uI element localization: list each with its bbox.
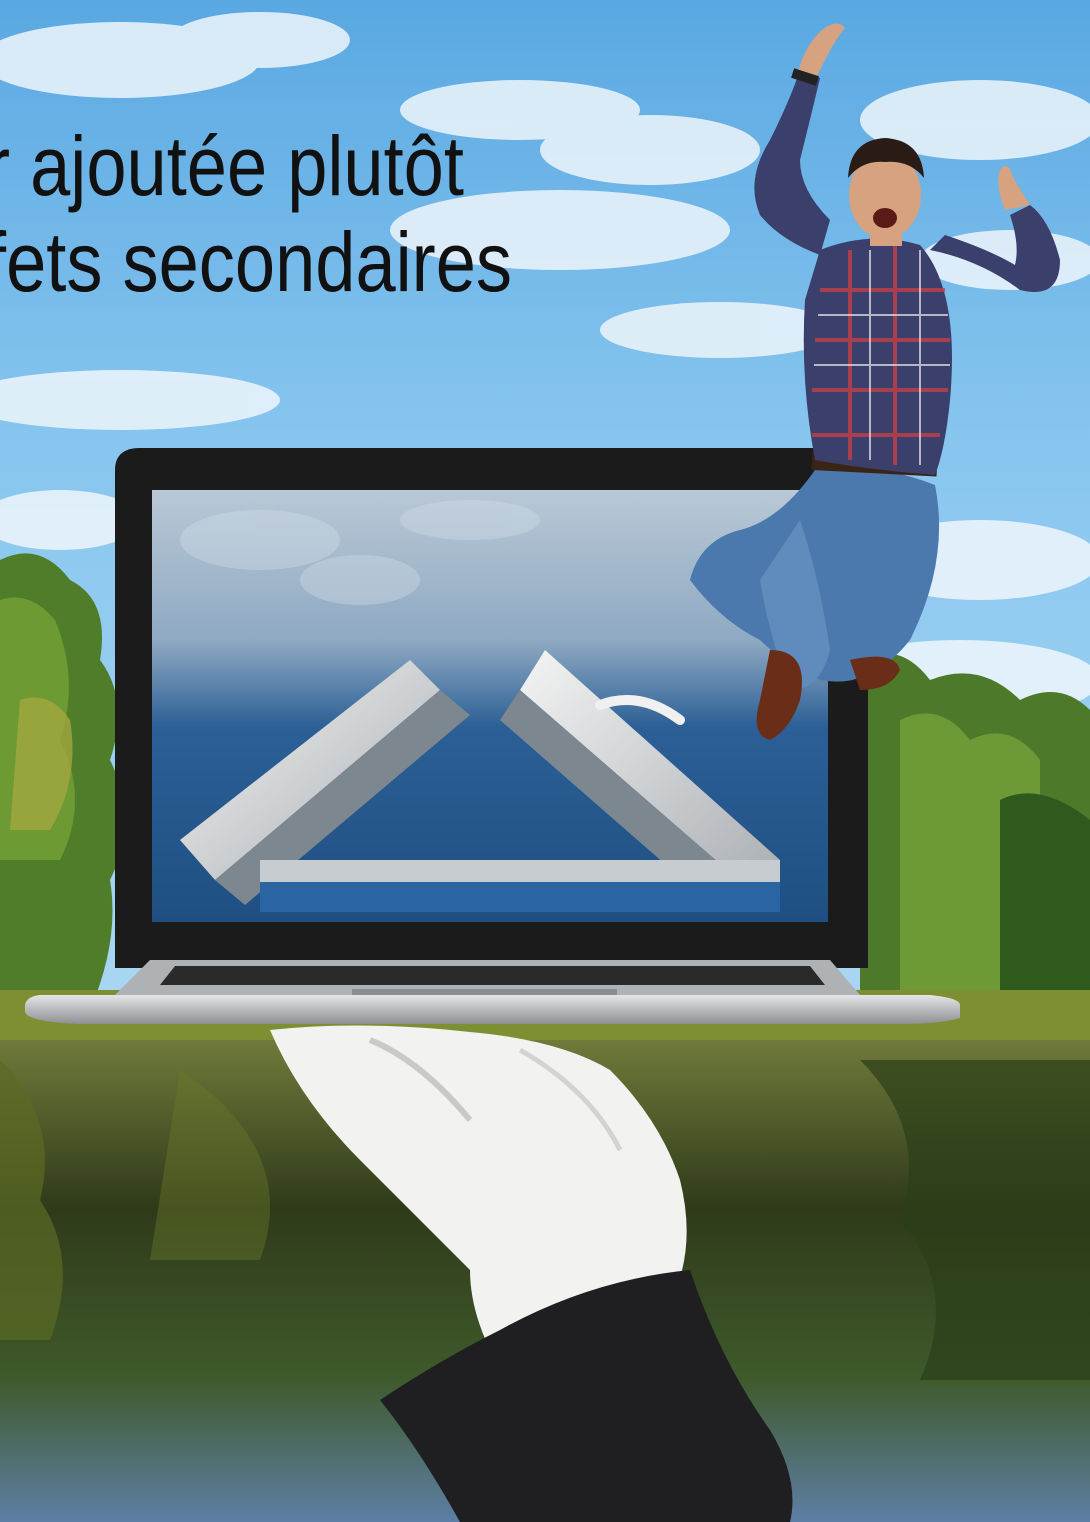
headline: r ajoutée plutôt fets secondaires xyxy=(0,118,512,310)
headline-line-2: fets secondaires xyxy=(0,215,513,309)
advertisement-scene: r ajoutée plutôt fets secondaires xyxy=(0,0,1090,1522)
headline-line-1: r ajoutée plutôt xyxy=(0,119,464,213)
right-trees xyxy=(860,653,1090,1010)
